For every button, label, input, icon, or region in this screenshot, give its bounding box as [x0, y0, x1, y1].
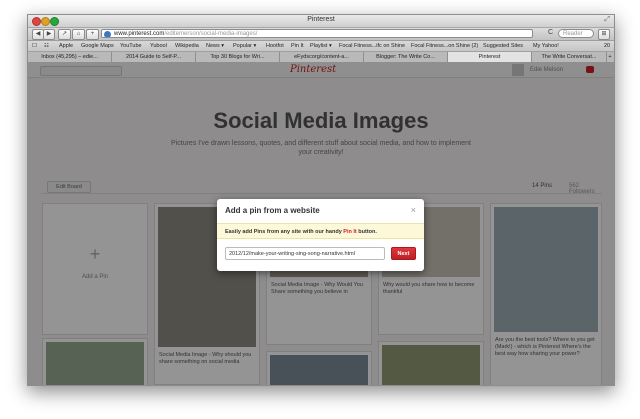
next-button[interactable]: Next — [391, 247, 416, 260]
add-bookmark-button[interactable]: + — [86, 29, 99, 40]
tab-bar: Inbox (45,295) – edie... 2014 Guide to S… — [28, 52, 614, 63]
tab-content[interactable]: eFydscorg/content-a... — [280, 52, 364, 62]
fullscreen-icon[interactable]: ⤢ — [604, 16, 610, 24]
bookmark-youtube[interactable]: YouTube — [120, 43, 142, 49]
bookmark-suggested-sites[interactable]: Suggested Sites — [483, 43, 523, 49]
top-sites-icon[interactable]: ☷ — [44, 43, 49, 49]
tab-self-publishing-guide[interactable]: 2014 Guide to Self-P... — [112, 52, 196, 62]
site-globe-icon — [104, 31, 111, 37]
tab-pinterest[interactable]: Pinterest — [448, 52, 532, 62]
browser-toolbar: ◀ ▶ ↗ ⌂ + www.pinterest.com/editemerson/… — [28, 28, 614, 41]
close-icon[interactable]: × — [411, 205, 416, 215]
title-bar: Pinterest ⤢ — [28, 15, 614, 28]
bookmark-focal-fitness-2[interactable]: Focal Fitness...on Shine (2) — [411, 43, 478, 49]
add-pin-dialog: Add a pin from a website × Easily add Pi… — [217, 199, 424, 271]
dialog-title: Add a pin from a website — [225, 206, 320, 215]
url-host: www.pinterest.com — [114, 31, 165, 37]
bookmarks-bar: ☐ ☷ Apple Google Maps YouTube Yubool Wik… — [28, 41, 614, 52]
tab-blogger[interactable]: Blogger: The Write Co... — [364, 52, 448, 62]
downloads-icon[interactable]: ⊞ — [598, 29, 610, 40]
bookmark-google-maps[interactable]: Google Maps — [81, 43, 114, 49]
bookmark-playlist[interactable]: Playlist ▾ — [310, 43, 332, 49]
tab-top-blogs[interactable]: Top 30 Blogs for Wri... — [196, 52, 280, 62]
pin-it-banner: Easily add Pins from any site with our h… — [217, 223, 424, 239]
reload-icon[interactable]: C — [548, 29, 553, 36]
address-bar[interactable]: www.pinterest.com/editemerson/social-med… — [101, 29, 533, 38]
bookmark-pin-it[interactable]: Pin It — [291, 43, 304, 49]
bookmark-focal-fitness-1[interactable]: Focal Fitness...ifc on Shine — [339, 43, 405, 49]
bookmarks-overflow-count[interactable]: 20 — [604, 43, 610, 49]
bookmark-wikipedia[interactable]: Wikipedia — [175, 43, 199, 49]
bookmark-hootfot[interactable]: Hootfot — [266, 43, 284, 49]
reader-button[interactable]: Reader — [558, 29, 594, 38]
home-button[interactable]: ⌂ — [72, 29, 85, 40]
pin-it-button-link[interactable]: Pin It — [343, 229, 356, 235]
banner-text: Easily add Pins from any site with our h… — [225, 229, 344, 235]
banner-text-end: button. — [356, 229, 377, 235]
website-url-input[interactable]: 2012/12/make-your-writing-sing-song-narr… — [225, 247, 385, 260]
pinterest-page: Pinterest Edie Melson Social Media Image… — [28, 63, 614, 385]
forward-button[interactable]: ▶ — [43, 29, 55, 40]
reading-list-icon[interactable]: ☐ — [32, 43, 37, 49]
window-title: Pinterest — [307, 16, 335, 23]
url-path: /editemerson/social-media-images/ — [164, 31, 258, 37]
bookmark-my-yahoo[interactable]: My Yahoo! — [533, 43, 559, 49]
browser-window: Pinterest ⤢ ◀ ▶ ↗ ⌂ + www.pinterest.com/… — [27, 14, 615, 386]
tab-inbox[interactable]: Inbox (45,295) – edie... — [28, 52, 112, 62]
share-button[interactable]: ↗ — [58, 29, 71, 40]
bookmark-news[interactable]: News ▾ — [206, 43, 224, 49]
bookmark-yubool[interactable]: Yubool — [150, 43, 167, 49]
new-tab-button[interactable]: + — [606, 52, 614, 62]
tab-write-conversation[interactable]: The Write Conversat... — [532, 52, 607, 62]
bookmark-apple[interactable]: Apple — [59, 43, 73, 49]
bookmark-popular[interactable]: Popular ▾ — [233, 43, 256, 49]
